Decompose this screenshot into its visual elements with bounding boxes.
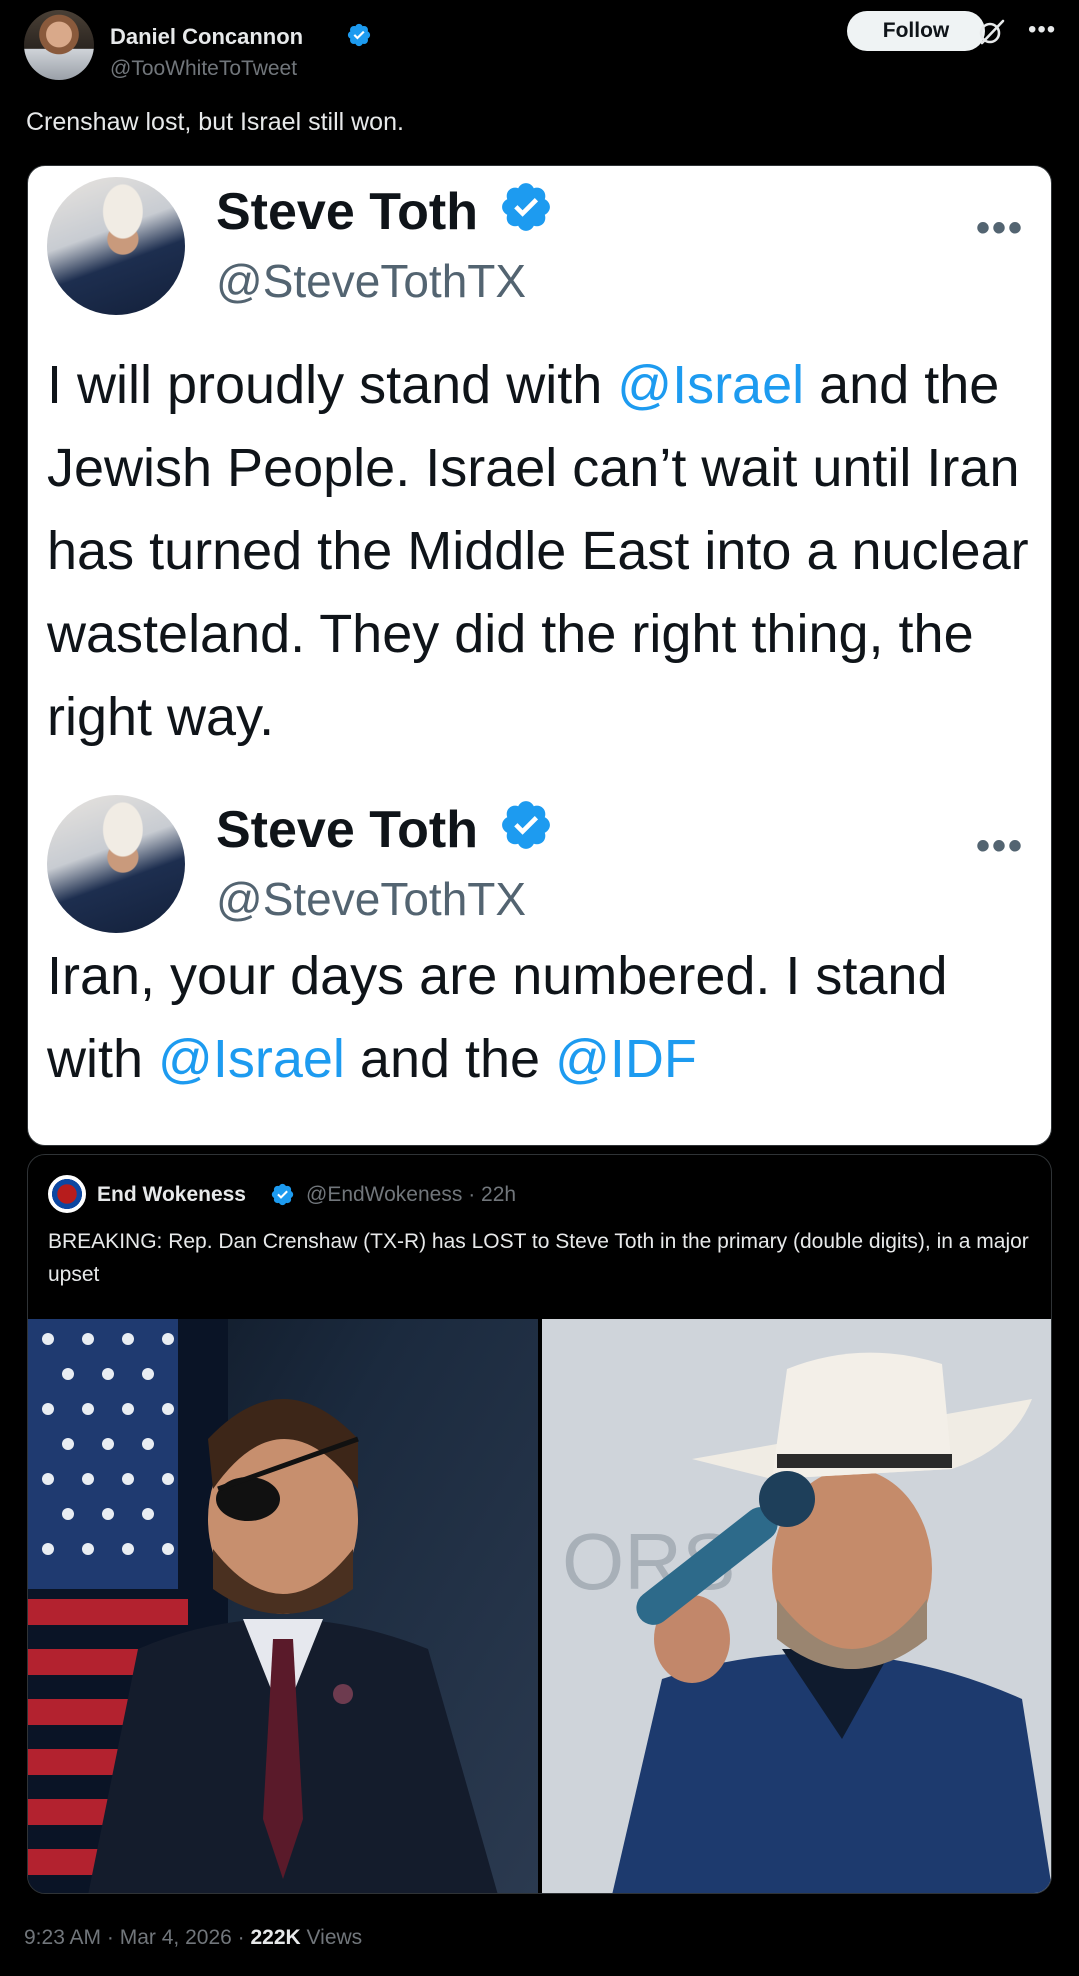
tweet-text-segment: I will proudly stand with xyxy=(47,355,618,415)
quote-author-name: End Wokeness xyxy=(97,1183,246,1206)
follow-button[interactable]: Follow xyxy=(847,11,985,51)
separator: · xyxy=(468,1183,482,1206)
verified-badge-icon xyxy=(271,1183,294,1206)
post-image[interactable]: Steve Toth @SteveTothTX ••• I will proud… xyxy=(27,165,1052,1146)
more-icon: ••• xyxy=(976,206,1025,250)
views-label: Views xyxy=(306,1926,363,1949)
post-footer: 9:23 AM · Mar 4, 2026 · 222K Views xyxy=(24,1926,362,1950)
quote-timestamp: 22h xyxy=(481,1183,517,1206)
post-time[interactable]: 9:23 AM xyxy=(24,1926,101,1949)
flag-icon xyxy=(28,1319,498,1893)
embedded-tweet-text: Iran, your days are numbered. I stand wi… xyxy=(47,935,1037,1101)
verified-badge-icon xyxy=(347,23,371,47)
embedded-author-handle: @SteveTothTX xyxy=(216,873,527,925)
mention-link: @Israel xyxy=(617,355,805,415)
views-count: 222K xyxy=(250,1926,301,1949)
embedded-author-name: Steve Toth xyxy=(216,801,478,859)
verified-badge-icon xyxy=(502,183,550,231)
more-icon: ••• xyxy=(976,824,1025,868)
author-avatar[interactable] xyxy=(24,10,94,80)
microphone-icon: ORS xyxy=(542,1319,1051,1893)
embedded-tweet-text: I will proudly stand with @Israel and th… xyxy=(47,344,1037,759)
mention-link: @Israel xyxy=(158,1029,345,1089)
post-header: Daniel Concannon @TooWhiteToTweet Follow… xyxy=(24,10,1055,80)
separator: · xyxy=(237,1926,251,1949)
author-name[interactable]: Daniel Concannon xyxy=(110,24,303,50)
quote-author-handle: @EndWokeness xyxy=(306,1183,463,1206)
quote-photo-left[interactable] xyxy=(28,1319,538,1893)
embedded-author-name: Steve Toth xyxy=(216,183,478,241)
grok-icon[interactable] xyxy=(976,16,1008,48)
post-text: Crenshaw lost, but Israel still won. xyxy=(26,108,404,136)
quote-photo-right[interactable]: ORS xyxy=(542,1319,1051,1893)
mention-link: @IDF xyxy=(555,1029,697,1089)
quoted-tweet[interactable]: End Wokeness @EndWokeness · 22h BREAKING… xyxy=(27,1154,1052,1894)
embedded-avatar xyxy=(47,795,185,933)
post-date[interactable]: Mar 4, 2026 xyxy=(120,1926,232,1949)
quote-avatar xyxy=(48,1175,86,1213)
tweet-text-segment: and the xyxy=(344,1029,556,1089)
embedded-avatar xyxy=(47,177,185,315)
embedded-author-handle: @SteveTothTX xyxy=(216,255,527,307)
quote-text: BREAKING: Rep. Dan Crenshaw (TX-R) has L… xyxy=(48,1230,1029,1286)
verified-badge-icon xyxy=(502,801,550,849)
more-icon[interactable]: ••• xyxy=(1028,18,1058,46)
author-handle[interactable]: @TooWhiteToTweet xyxy=(110,57,297,81)
separator: · xyxy=(106,1926,120,1949)
quote-meta: @EndWokeness · 22h xyxy=(306,1183,516,1207)
